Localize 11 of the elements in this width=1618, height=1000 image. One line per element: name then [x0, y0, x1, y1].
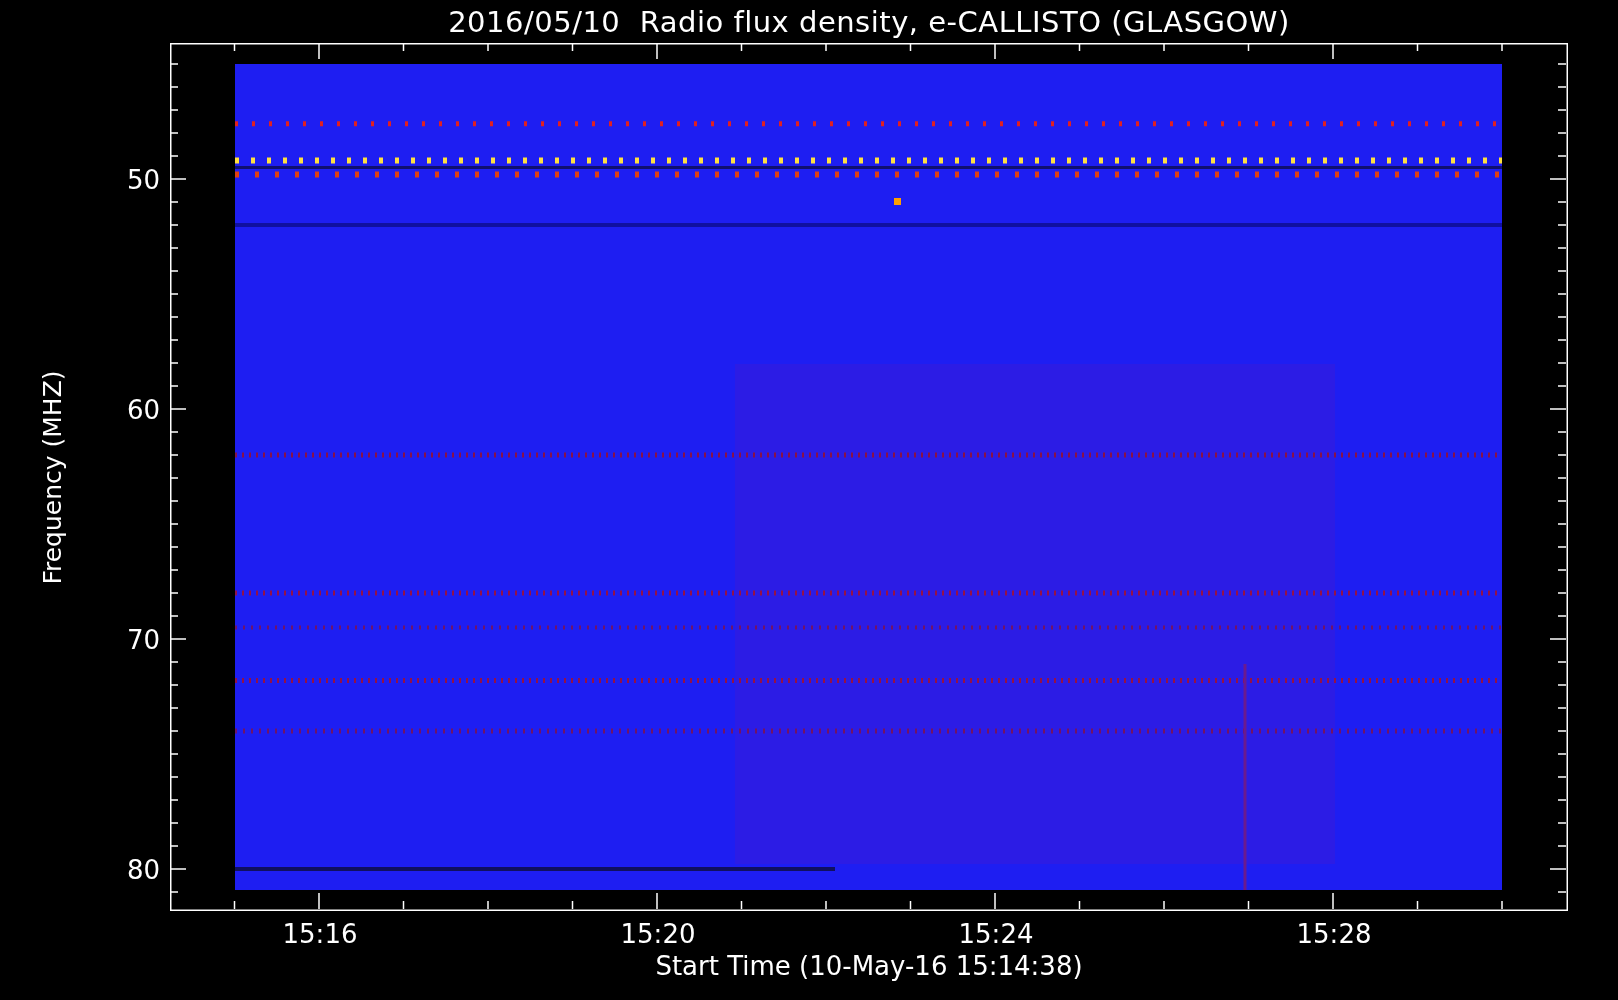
tick-label: 80: [126, 855, 160, 885]
tick-label: 70: [126, 625, 160, 655]
tick-label: 50: [126, 165, 160, 195]
tick-label: 15:16: [282, 919, 358, 949]
chart-title: 2016/05/10 Radio flux density, e-CALLISTO (GLASGOW): [448, 4, 1290, 39]
tick-label: 15:24: [958, 919, 1034, 949]
tick-label: 60: [126, 395, 160, 425]
tick-label: 15:28: [1296, 919, 1372, 949]
axis-label: Frequency (MHZ): [38, 369, 67, 585]
tick-label: 15:20: [620, 919, 696, 949]
axis-label: Start Time (10-May-16 15:14:38): [655, 951, 1083, 981]
